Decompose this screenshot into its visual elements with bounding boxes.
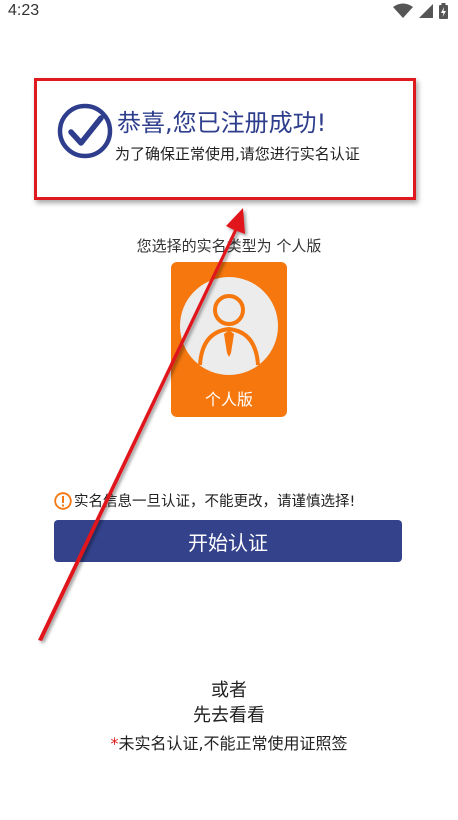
- avatar: [180, 277, 278, 375]
- status-time: 4:23: [8, 2, 40, 19]
- personal-account-tile[interactable]: 个人版: [171, 262, 287, 417]
- unverified-notice: *未实名认证,不能正常使用证照签: [0, 730, 458, 754]
- warning-text: 实名信息一旦认证，不能更改，请谨慎选择!: [74, 494, 356, 510]
- start-verification-button[interactable]: 开始认证: [54, 520, 402, 562]
- tile-label: 个人版: [204, 390, 253, 409]
- or-text: 或者: [211, 680, 247, 701]
- exclamation-circle-icon: [54, 491, 72, 510]
- browse-first-link[interactable]: 先去看看: [0, 701, 458, 727]
- registration-success-card: 恭喜,您已注册成功! 为了确保正常使用,请您进行实名认证: [34, 78, 416, 200]
- success-title: 恭喜,您已注册成功!: [117, 109, 327, 137]
- status-bar: 4:23: [0, 0, 458, 24]
- check-circle-icon: [57, 103, 113, 159]
- person-icon: [198, 294, 260, 366]
- success-subtitle: 为了确保正常使用,请您进行实名认证: [115, 145, 360, 163]
- battery-charging-icon: [439, 3, 448, 19]
- status-icons: [393, 3, 448, 19]
- wifi-icon: [393, 3, 413, 18]
- warning-row: 实名信息一旦认证，不能更改，请谨慎选择!: [54, 490, 355, 511]
- account-type-caption: 您选择的实名类型为 个人版: [136, 237, 322, 255]
- notice-text: 未实名认证,不能正常使用证照签: [118, 734, 348, 753]
- signal-icon: [419, 4, 433, 18]
